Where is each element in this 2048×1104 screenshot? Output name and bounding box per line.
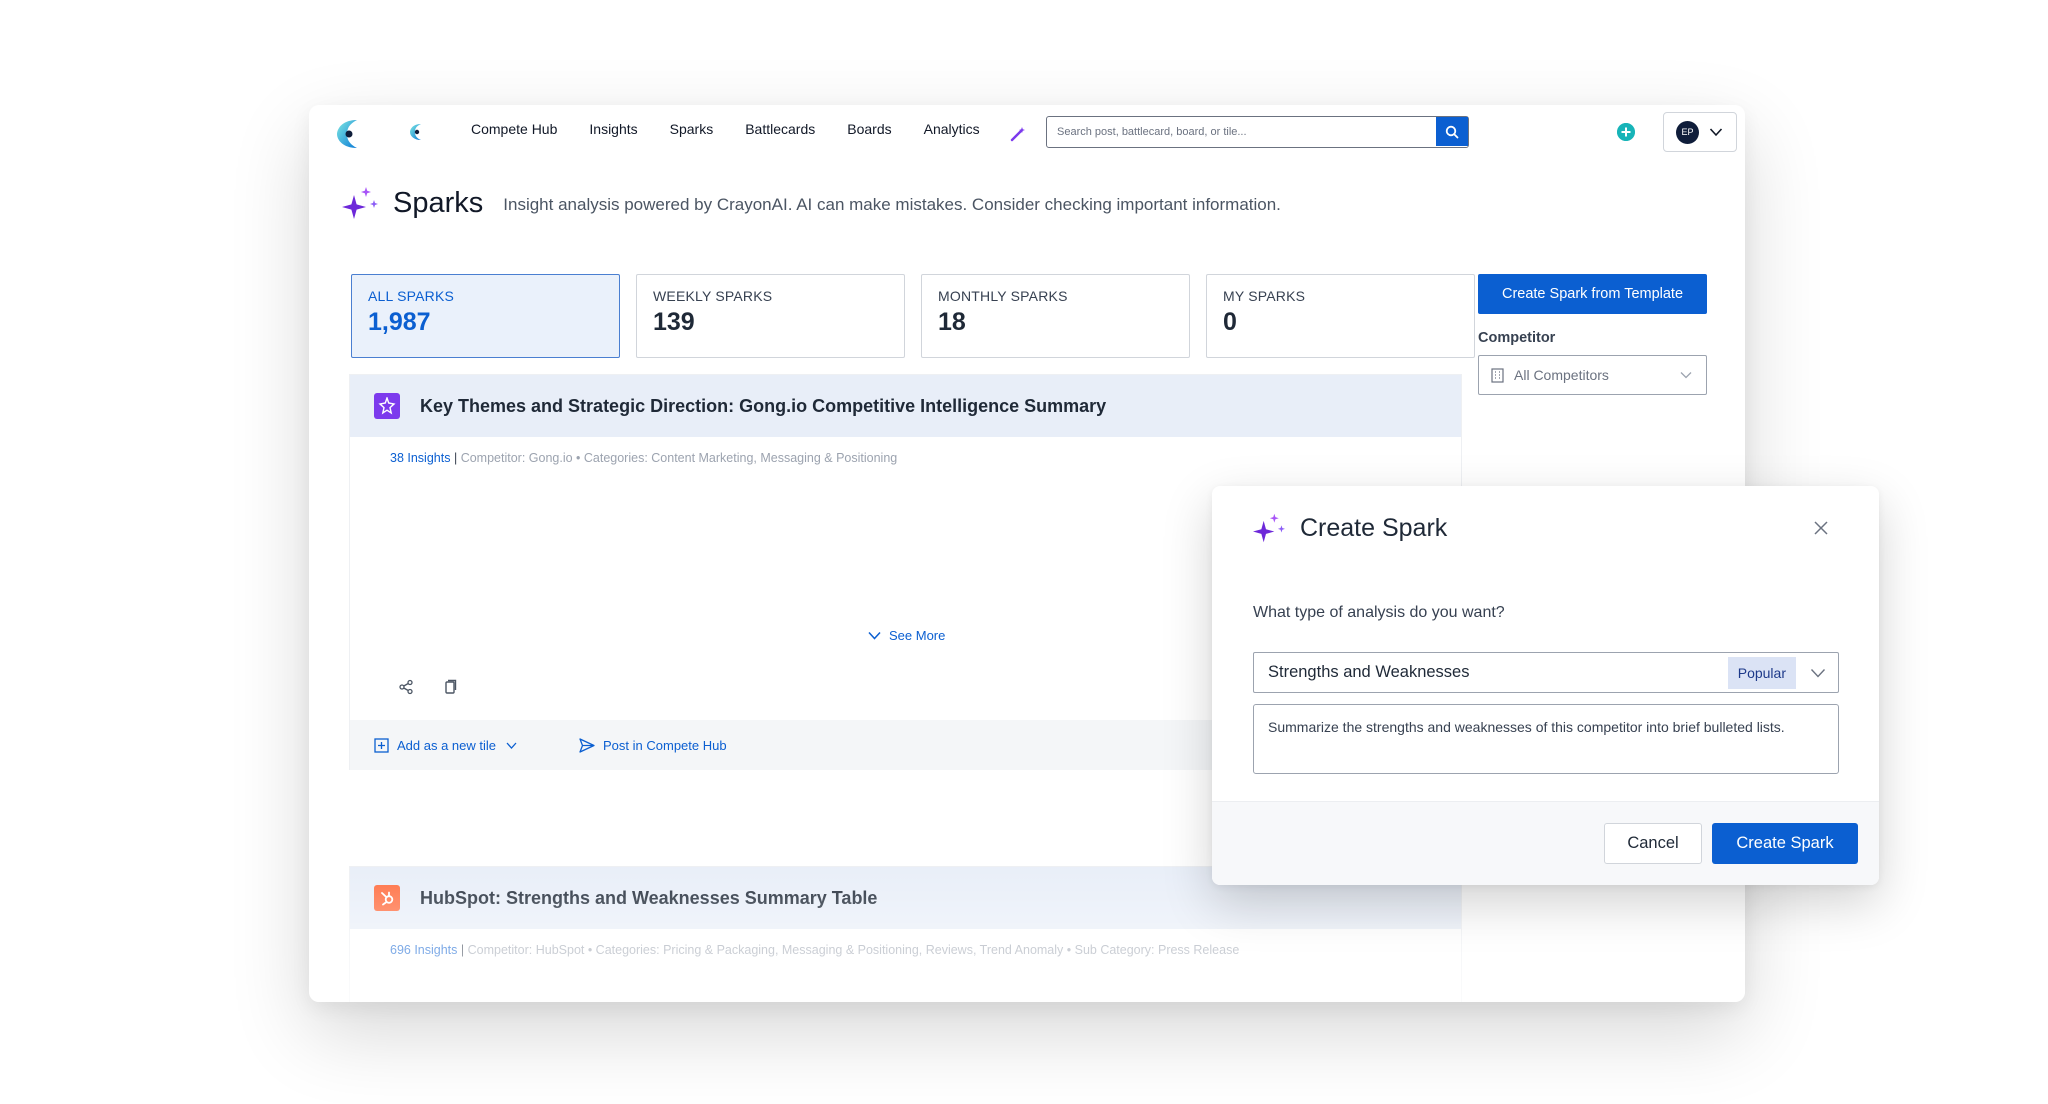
stat-value: 18: [938, 308, 966, 336]
spark-badge-icon: [374, 393, 400, 419]
copy-icon[interactable]: [442, 679, 458, 695]
nav-battlecards[interactable]: Battlecards: [745, 121, 815, 137]
close-icon[interactable]: [1813, 520, 1829, 536]
competitor-select-value: All Competitors: [1514, 367, 1609, 383]
see-more-label: See More: [889, 628, 946, 643]
page-title: Sparks: [393, 186, 484, 219]
chevron-down-icon: [1680, 372, 1692, 379]
share-icon[interactable]: [398, 679, 414, 695]
user-menu[interactable]: EP: [1663, 112, 1737, 152]
modal-header: Create Spark: [1252, 512, 1447, 544]
nav-sparks[interactable]: Sparks: [670, 121, 714, 137]
spark-card: HubSpot: Strengths and Weaknesses Summar…: [349, 866, 1462, 1002]
chevron-down-icon: [506, 742, 517, 749]
nav-compete-hub[interactable]: Compete Hub: [471, 121, 557, 137]
page-subtitle: Insight analysis powered by CrayonAI. AI…: [503, 195, 1281, 214]
card-meta: 38 Insights | Competitor: Gong.io • Cate…: [390, 451, 898, 465]
card-title[interactable]: HubSpot: Strengths and Weaknesses Summar…: [420, 888, 877, 909]
chevron-down-icon: [1810, 668, 1826, 678]
insights-link[interactable]: 38 Insights: [390, 451, 450, 465]
stat-all-sparks[interactable]: ALL SPARKS 1,987: [351, 274, 620, 358]
crayon-logo-icon[interactable]: [335, 118, 361, 150]
nav-links: Compete Hub Insights Sparks Battlecards …: [471, 121, 1012, 137]
card-meta-text: Competitor: HubSpot • Categories: Pricin…: [467, 943, 1240, 957]
popular-badge: Popular: [1727, 656, 1796, 689]
stat-label: WEEKLY SPARKS: [653, 288, 773, 304]
modal-title: Create Spark: [1300, 513, 1448, 542]
add-icon[interactable]: [1617, 123, 1635, 141]
card-actions: [398, 679, 458, 695]
card-meta-text: Competitor: Gong.io • Categories: Conten…: [460, 451, 898, 465]
nav-boards[interactable]: Boards: [847, 121, 891, 137]
analysis-type-value: Strengths and Weaknesses: [1268, 663, 1470, 681]
create-spark-button[interactable]: Create Spark: [1712, 823, 1858, 864]
add-tile-icon: [374, 737, 389, 753]
modal-footer: Cancel Create Spark: [1212, 801, 1879, 885]
create-spark-from-template-button[interactable]: Create Spark from Template: [1478, 274, 1707, 314]
stat-label: MONTHLY SPARKS: [938, 288, 1068, 304]
see-more-link[interactable]: See More: [868, 628, 945, 643]
chevron-down-icon: [868, 631, 881, 640]
stat-label: MY SPARKS: [1223, 288, 1306, 304]
card-meta: 696 Insights | Competitor: HubSpot • Cat…: [390, 943, 1240, 957]
sparkle-icon: [342, 187, 378, 219]
building-icon: [1491, 367, 1504, 383]
send-icon: [579, 737, 595, 753]
analysis-type-select[interactable]: Strengths and Weaknesses Popular: [1253, 652, 1839, 693]
cancel-button[interactable]: Cancel: [1604, 823, 1702, 864]
top-nav: Compete Hub Insights Sparks Battlecards …: [309, 105, 1745, 159]
add-as-new-tile-button[interactable]: Add as a new tile: [374, 738, 525, 753]
chevron-down-icon: [1709, 128, 1723, 137]
analysis-question: What type of analysis do you want?: [1253, 604, 1505, 621]
sparkle-icon: [1253, 513, 1285, 543]
create-spark-modal: Create Spark What type of analysis do yo…: [1212, 486, 1879, 885]
add-tile-label: Add as a new tile: [397, 737, 497, 753]
search-input[interactable]: [1047, 117, 1436, 147]
search-button[interactable]: [1436, 117, 1468, 146]
search-bar: [1046, 116, 1469, 148]
magic-wand-icon[interactable]: [1009, 125, 1027, 143]
post-in-compete-hub-button[interactable]: Post in Compete Hub: [579, 738, 727, 753]
stat-weekly-sparks[interactable]: WEEKLY SPARKS 139: [636, 274, 905, 358]
nav-analytics[interactable]: Analytics: [924, 121, 980, 137]
crayon-mark-icon[interactable]: [408, 122, 424, 142]
post-label: Post in Compete Hub: [603, 737, 727, 753]
page-header: Sparks Insight analysis powered by Crayo…: [341, 185, 1281, 221]
stat-label: ALL SPARKS: [368, 288, 455, 304]
card-header[interactable]: Key Themes and Strategic Direction: Gong…: [350, 375, 1461, 437]
nav-insights[interactable]: Insights: [589, 121, 637, 137]
stat-my-sparks[interactable]: MY SPARKS 0: [1206, 274, 1475, 358]
insights-link[interactable]: 696 Insights: [390, 943, 457, 957]
stat-value: 139: [653, 308, 695, 336]
card-title[interactable]: Key Themes and Strategic Direction: Gong…: [420, 396, 1106, 417]
competitor-label: Competitor: [1478, 330, 1556, 346]
stage: Compete Hub Insights Sparks Battlecards …: [0, 0, 2048, 1104]
hubspot-logo-icon: [374, 885, 400, 911]
search-icon: [1445, 125, 1459, 138]
prompt-textarea[interactable]: Summarize the strengths and weaknesses o…: [1253, 704, 1839, 774]
avatar: EP: [1676, 120, 1699, 144]
stat-value: 1,987: [368, 308, 431, 336]
stat-value: 0: [1223, 308, 1237, 336]
competitor-select[interactable]: All Competitors: [1478, 355, 1707, 395]
stat-monthly-sparks[interactable]: MONTHLY SPARKS 18: [921, 274, 1190, 358]
